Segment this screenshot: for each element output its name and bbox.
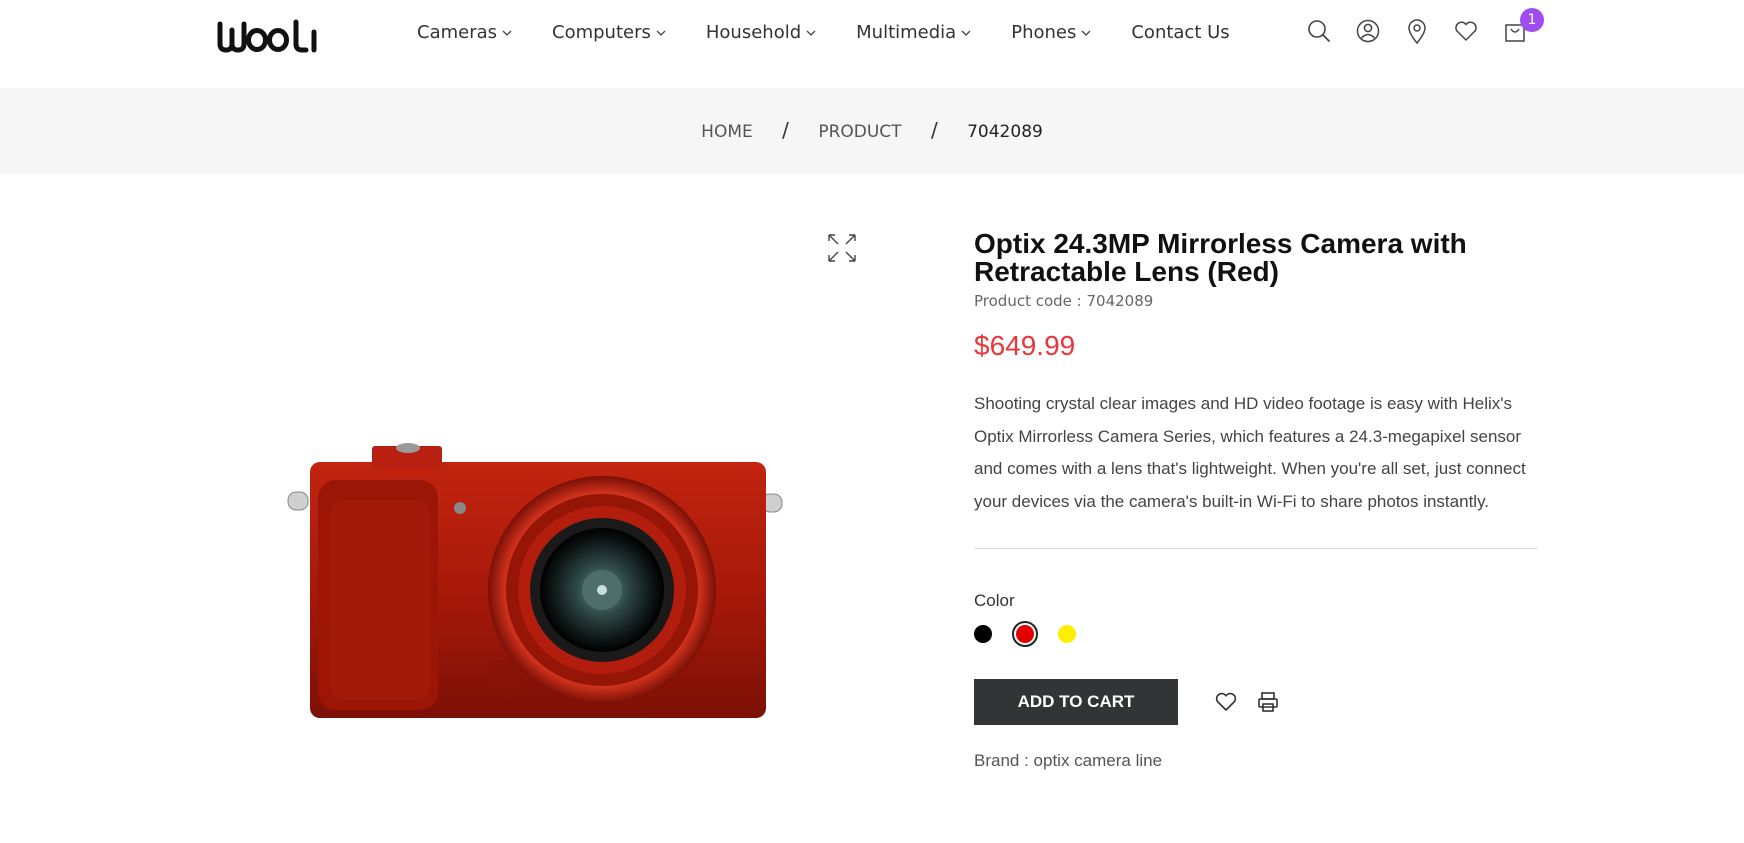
nav-label: Computers [552,22,651,43]
nav-label: Multimedia [856,22,957,43]
site-logo[interactable] [216,16,322,56]
chevron-down-icon [806,28,816,38]
product-description: Shooting crystal clear images and HD vid… [974,394,1526,511]
chevron-down-icon [502,28,512,38]
color-swatch-yellow[interactable] [1058,625,1076,643]
divider [974,548,1538,549]
color-swatch-red[interactable] [1012,621,1038,647]
nav-item-phones[interactable]: Phones [1011,22,1091,43]
location-pin-icon[interactable] [1402,16,1432,46]
nav-label: Phones [1011,22,1077,43]
color-swatch-black[interactable] [974,625,992,643]
breadcrumb-bar: HOME / PRODUCT / 7042089 [0,88,1744,174]
breadcrumb: HOME / PRODUCT / 7042089 [0,118,1744,142]
nav-label: Cameras [417,22,498,43]
header-icons: 1 [1304,8,1549,46]
color-swatches [974,621,1538,647]
product-image[interactable] [280,440,790,730]
site-header: Cameras Computers Household Multimedia P… [0,0,1744,88]
product-details: Optix 24.3MP Mirrorless Camera with Retr… [974,230,1538,771]
nav-item-computers[interactable]: Computers [552,22,666,43]
product-brand: Brand : optix camera line [974,751,1163,770]
expand-icon[interactable] [826,232,858,264]
cart-count-badge: 1 [1520,8,1544,32]
nav-item-cameras[interactable]: Cameras [417,22,512,43]
product-price: $649.99 [974,330,1076,361]
product-actions: ADD TO CART [974,679,1538,725]
chevron-down-icon [1081,28,1091,38]
search-icon[interactable] [1304,16,1334,46]
heart-icon[interactable] [1451,16,1481,46]
add-to-cart-button[interactable]: ADD TO CART [974,679,1178,725]
chevron-down-icon [961,28,971,38]
product-code: Product code : 7042089 [974,292,1154,310]
cart-icon[interactable]: 1 [1500,8,1544,46]
breadcrumb-product[interactable]: PRODUCT [818,122,901,142]
print-icon[interactable] [1256,690,1280,714]
breadcrumb-separator: / [782,118,789,142]
nav-label: Household [705,22,802,43]
chevron-down-icon [656,28,666,38]
nav-item-contact-us[interactable]: Contact Us [1131,22,1229,43]
breadcrumb-separator: / [930,118,938,142]
breadcrumb-current: 7042089 [967,122,1043,142]
product-title: Optix 24.3MP Mirrorless Camera with Retr… [974,228,1467,287]
breadcrumb-home[interactable]: HOME [701,122,753,142]
nav-item-household[interactable]: Household [706,22,816,43]
main-nav: Cameras Computers Household Multimedia P… [417,22,1270,43]
nav-label: Contact Us [1131,22,1230,43]
color-label: Color [974,591,1015,610]
account-icon[interactable] [1353,16,1383,46]
nav-item-multimedia[interactable]: Multimedia [856,22,971,43]
wishlist-heart-icon[interactable] [1214,690,1238,714]
